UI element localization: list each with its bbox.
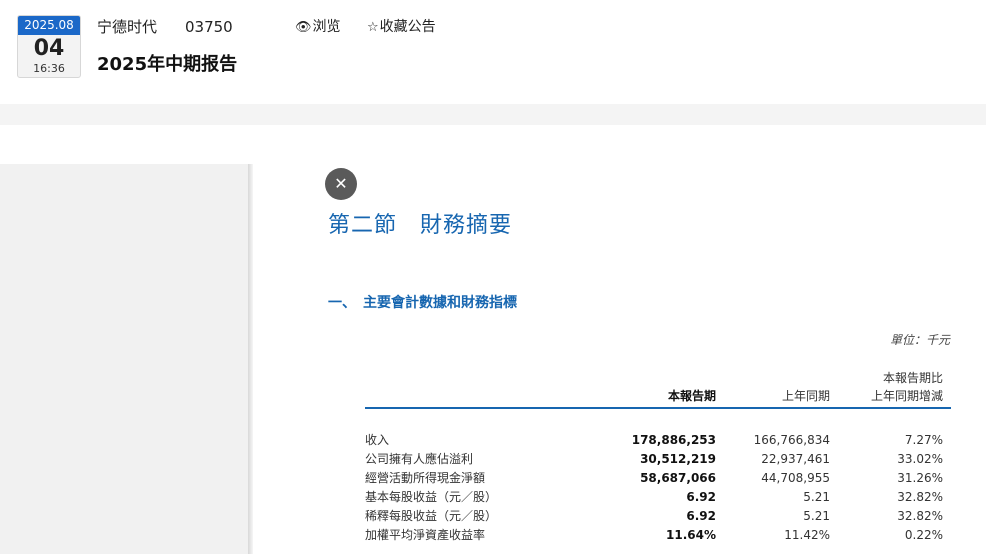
favorite-button[interactable]: ☆收藏公告 (367, 17, 436, 38)
date-badge: 2025.08 04 16:36 (17, 15, 81, 78)
row-label: 基本每股收益（元／股） (365, 490, 498, 504)
date-time: 16:36 (33, 62, 65, 75)
announcement-header: 2025.08 04 16:36 宁德时代 03750 👁浏览 ☆收藏公告 20… (0, 0, 986, 104)
sub-title: 一、 主要會計數據和財務指標 (328, 295, 517, 311)
row-previous-value: 5.21 (803, 490, 830, 504)
view-button[interactable]: 👁浏览 (295, 17, 341, 38)
table-row: 經營活動所得現金淨額 58,687,066 44,708,955 31.26% (365, 469, 951, 488)
column-header-change-line1: 本報告期比 (882, 371, 943, 385)
row-previous-value: 22,937,461 (761, 452, 830, 466)
divider-strip (0, 104, 986, 125)
eye-icon: 👁 (295, 20, 312, 35)
row-label: 稀釋每股收益（元／股） (365, 509, 498, 523)
close-button[interactable]: ✕ (325, 168, 357, 200)
row-label: 經營活動所得現金淨額 (365, 471, 486, 485)
row-change-value: 33.02% (897, 452, 943, 466)
row-current-value: 6.92 (686, 509, 716, 523)
date-month: 2025.08 (18, 16, 80, 35)
star-icon: ☆ (367, 20, 379, 35)
row-previous-value: 11.42% (784, 528, 830, 542)
table-row: 稀釋每股收益（元／股） 6.92 5.21 32.82% (365, 507, 951, 526)
row-change-value: 31.26% (897, 471, 943, 485)
table-row: 基本每股收益（元／股） 6.92 5.21 32.82% (365, 488, 951, 507)
row-change-value: 32.82% (897, 490, 943, 504)
table-row: 收入 178,886,253 166,766,834 7.27% (365, 431, 951, 450)
column-header-current: 本報告期 (667, 389, 716, 403)
row-current-value: 30,512,219 (640, 452, 716, 466)
table-row: 加權平均淨資產收益率 11.64% 11.42% 0.22% (365, 526, 951, 545)
row-previous-value: 44,708,955 (761, 471, 830, 485)
date-day: 04 (33, 36, 65, 61)
company-name: 宁德时代 (97, 18, 158, 36)
view-label: 浏览 (312, 19, 341, 35)
row-change-value: 0.22% (904, 528, 943, 542)
row-label: 收入 (365, 433, 390, 447)
column-header-change-line2: 上年同期增減 (870, 389, 943, 403)
unit-label: 單位：千元 (889, 333, 950, 347)
row-change-value: 32.82% (897, 509, 943, 523)
row-current-value: 11.64% (666, 528, 716, 542)
table-row: 公司擁有人應佔溢利 30,512,219 22,937,461 33.02% (365, 450, 951, 469)
favorite-label: 收藏公告 (379, 19, 436, 35)
stock-code: 03750 (185, 18, 233, 36)
section-title: 第二節 財務摘要 (328, 213, 513, 238)
row-previous-value: 5.21 (803, 509, 830, 523)
column-header-previous: 上年同期 (781, 389, 830, 403)
row-current-value: 178,886,253 (631, 433, 716, 447)
row-label: 加權平均淨資產收益率 (365, 528, 486, 542)
row-current-value: 6.92 (686, 490, 716, 504)
row-current-value: 58,687,066 (640, 471, 716, 485)
close-icon: ✕ (334, 174, 348, 193)
row-label: 公司擁有人應佔溢利 (365, 452, 474, 466)
thumbnail-pane[interactable] (0, 164, 250, 554)
row-change-value: 7.27% (904, 433, 943, 447)
report-title: 2025年中期报告 (97, 54, 238, 75)
table-header-rule (365, 407, 951, 409)
pane-divider (248, 164, 253, 554)
document-viewer[interactable]: ✕ 第二節 財務摘要 一、 主要會計數據和財務指標 單位：千元 本報告期 上年同… (0, 125, 986, 554)
row-previous-value: 166,766,834 (753, 433, 830, 447)
